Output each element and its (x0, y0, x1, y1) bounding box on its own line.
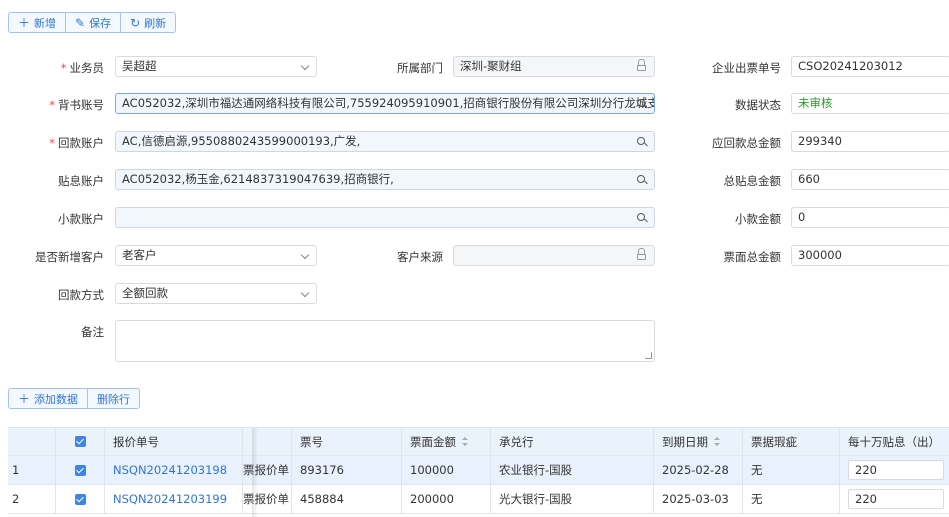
invoice-no-field[interactable]: CSO20241203012 (791, 56, 949, 77)
discount-input[interactable]: 220 (848, 489, 944, 509)
discount-total-field[interactable]: 660 (791, 169, 949, 190)
lock-icon (637, 248, 646, 260)
due-date-cell: 2025-02-28 (654, 456, 743, 484)
ticket-no-cell: 893176 (292, 456, 402, 484)
grid-toolbar: ＋添加数据 删除行 (8, 388, 141, 409)
table-row[interactable]: 2 NSQN20241203199 票报价单 458884 200000 光大银… (8, 485, 949, 514)
discount-account-label: 贴息账户 (58, 174, 104, 188)
small-account-label: 小款账户 (58, 212, 104, 226)
due-date-cell: 2025-03-03 (654, 485, 743, 513)
payment-method-label: 回款方式 (58, 288, 104, 302)
table-row[interactable]: 1 NSQN20241203198 票报价单 893176 100000 农业银… (8, 456, 949, 485)
discount-input[interactable]: 220 (848, 460, 944, 480)
refresh-icon: ↻ (130, 15, 141, 30)
remark-textarea[interactable] (115, 320, 655, 362)
small-amount-field[interactable]: 0 (791, 207, 949, 228)
invoice-no-label: 企业出票单号 (712, 61, 781, 75)
defect-cell: 无 (743, 456, 840, 484)
sort-icon[interactable] (714, 437, 720, 446)
quote-no-header[interactable]: 报价单号 (105, 428, 243, 455)
small-account-lookup[interactable] (115, 207, 655, 228)
salesman-label: * 业务员 (60, 61, 104, 75)
quote-no-link[interactable]: NSQN20241203198 (105, 456, 243, 484)
ticket-no-cell: 458884 (292, 485, 402, 513)
endorse-account-label: * 背书账号 (49, 98, 104, 112)
resize-grip-icon[interactable] (645, 352, 652, 359)
face-amount-cell: 100000 (402, 456, 491, 484)
endorse-account-lookup[interactable]: AC052032,深圳市福达通网络科技有限公司,755924095910901,… (115, 93, 655, 114)
sort-icon[interactable] (462, 437, 468, 446)
row-checkbox[interactable] (56, 456, 105, 484)
chevron-down-icon (300, 288, 310, 298)
department-field: 深圳-聚财组 (453, 56, 655, 77)
face-total-label: 票面总金额 (723, 250, 782, 264)
grid-header-row: 报价单号 票号 票面金额 承兑行 到期日期 票据瑕疵 每十万贴息（出） (8, 428, 949, 456)
salesman-select[interactable]: 吴超超 (115, 56, 317, 77)
customer-source-field (453, 245, 655, 266)
due-date-header[interactable]: 到期日期 (654, 428, 743, 455)
main-toolbar: ＋新增 ✎ 保存 ↻ 刷新 (8, 12, 177, 33)
discount-header[interactable]: 每十万贴息（出） (840, 428, 949, 455)
search-icon[interactable] (637, 99, 645, 107)
payment-method-select[interactable]: 全额回款 (115, 283, 317, 304)
acceptor-header[interactable]: 承兑行 (491, 428, 654, 455)
defect-cell: 无 (743, 485, 840, 513)
plus-icon: ＋ (18, 16, 31, 30)
checkbox-checked-icon (74, 464, 86, 476)
quote-type-cell: 票报价单 (243, 456, 292, 484)
search-icon[interactable] (637, 213, 645, 221)
face-amount-cell: 200000 (402, 485, 491, 513)
save-button[interactable]: ✎ 保存 (66, 13, 122, 32)
quote-type-header[interactable] (243, 428, 292, 455)
row-number-header (8, 428, 56, 455)
checkbox-checked-icon (74, 436, 86, 447)
row-number: 1 (8, 456, 56, 484)
row-checkbox[interactable] (56, 485, 105, 513)
defect-header[interactable]: 票据瑕疵 (743, 428, 840, 455)
return-account-label: * 回款账户 (49, 136, 104, 150)
discount-cell: 220 (840, 485, 949, 513)
face-total-field[interactable]: 300000 (791, 245, 949, 266)
new-customer-label: 是否新增客户 (35, 250, 104, 264)
checkbox-checked-icon (74, 493, 86, 505)
quote-type-cell: 票报价单 (243, 485, 292, 513)
refresh-button[interactable]: ↻ 刷新 (121, 13, 175, 32)
data-status-label: 数据状态 (735, 98, 781, 112)
face-amount-header[interactable]: 票面金额 (402, 428, 491, 455)
lock-icon (637, 59, 646, 71)
discount-account-lookup[interactable]: AC052032,杨玉金,6214837319047639,招商银行, (115, 169, 655, 190)
receivable-total-field[interactable]: 299340 (791, 131, 949, 152)
quote-no-link[interactable]: NSQN20241203199 (105, 485, 243, 513)
department-label: 所属部门 (397, 61, 443, 75)
ticket-no-header[interactable]: 票号 (292, 428, 402, 455)
row-number: 2 (8, 485, 56, 513)
edit-icon: ✎ (75, 15, 86, 30)
acceptor-cell: 光大银行-国股 (491, 485, 654, 513)
add-button[interactable]: ＋新增 (9, 13, 67, 32)
delete-row-button[interactable]: 删除行 (88, 389, 139, 408)
detail-grid: 报价单号 票号 票面金额 承兑行 到期日期 票据瑕疵 每十万贴息（出） 1 NS… (8, 427, 949, 517)
data-status-field: 未审核 (791, 93, 949, 114)
return-account-lookup[interactable]: AC,信德启源,9550880243599000193,广发, (115, 131, 655, 152)
add-data-button[interactable]: ＋添加数据 (9, 389, 89, 408)
remark-label: 备注 (81, 325, 104, 339)
frozen-column-shadow (252, 428, 258, 517)
select-all-checkbox[interactable] (56, 428, 105, 455)
new-customer-select[interactable]: 老客户 (115, 245, 317, 266)
plus-icon: ＋ (18, 392, 31, 406)
chevron-down-icon (300, 250, 310, 260)
chevron-down-icon (300, 61, 310, 71)
search-icon[interactable] (637, 137, 645, 145)
discount-cell: 220 (840, 456, 949, 484)
receivable-total-label: 应回款总金额 (712, 136, 781, 150)
acceptor-cell: 农业银行-国股 (491, 456, 654, 484)
customer-source-label: 客户来源 (397, 250, 443, 264)
small-amount-label: 小款金额 (735, 212, 781, 226)
search-icon[interactable] (637, 175, 645, 183)
discount-total-label: 总贴息金额 (723, 174, 782, 188)
